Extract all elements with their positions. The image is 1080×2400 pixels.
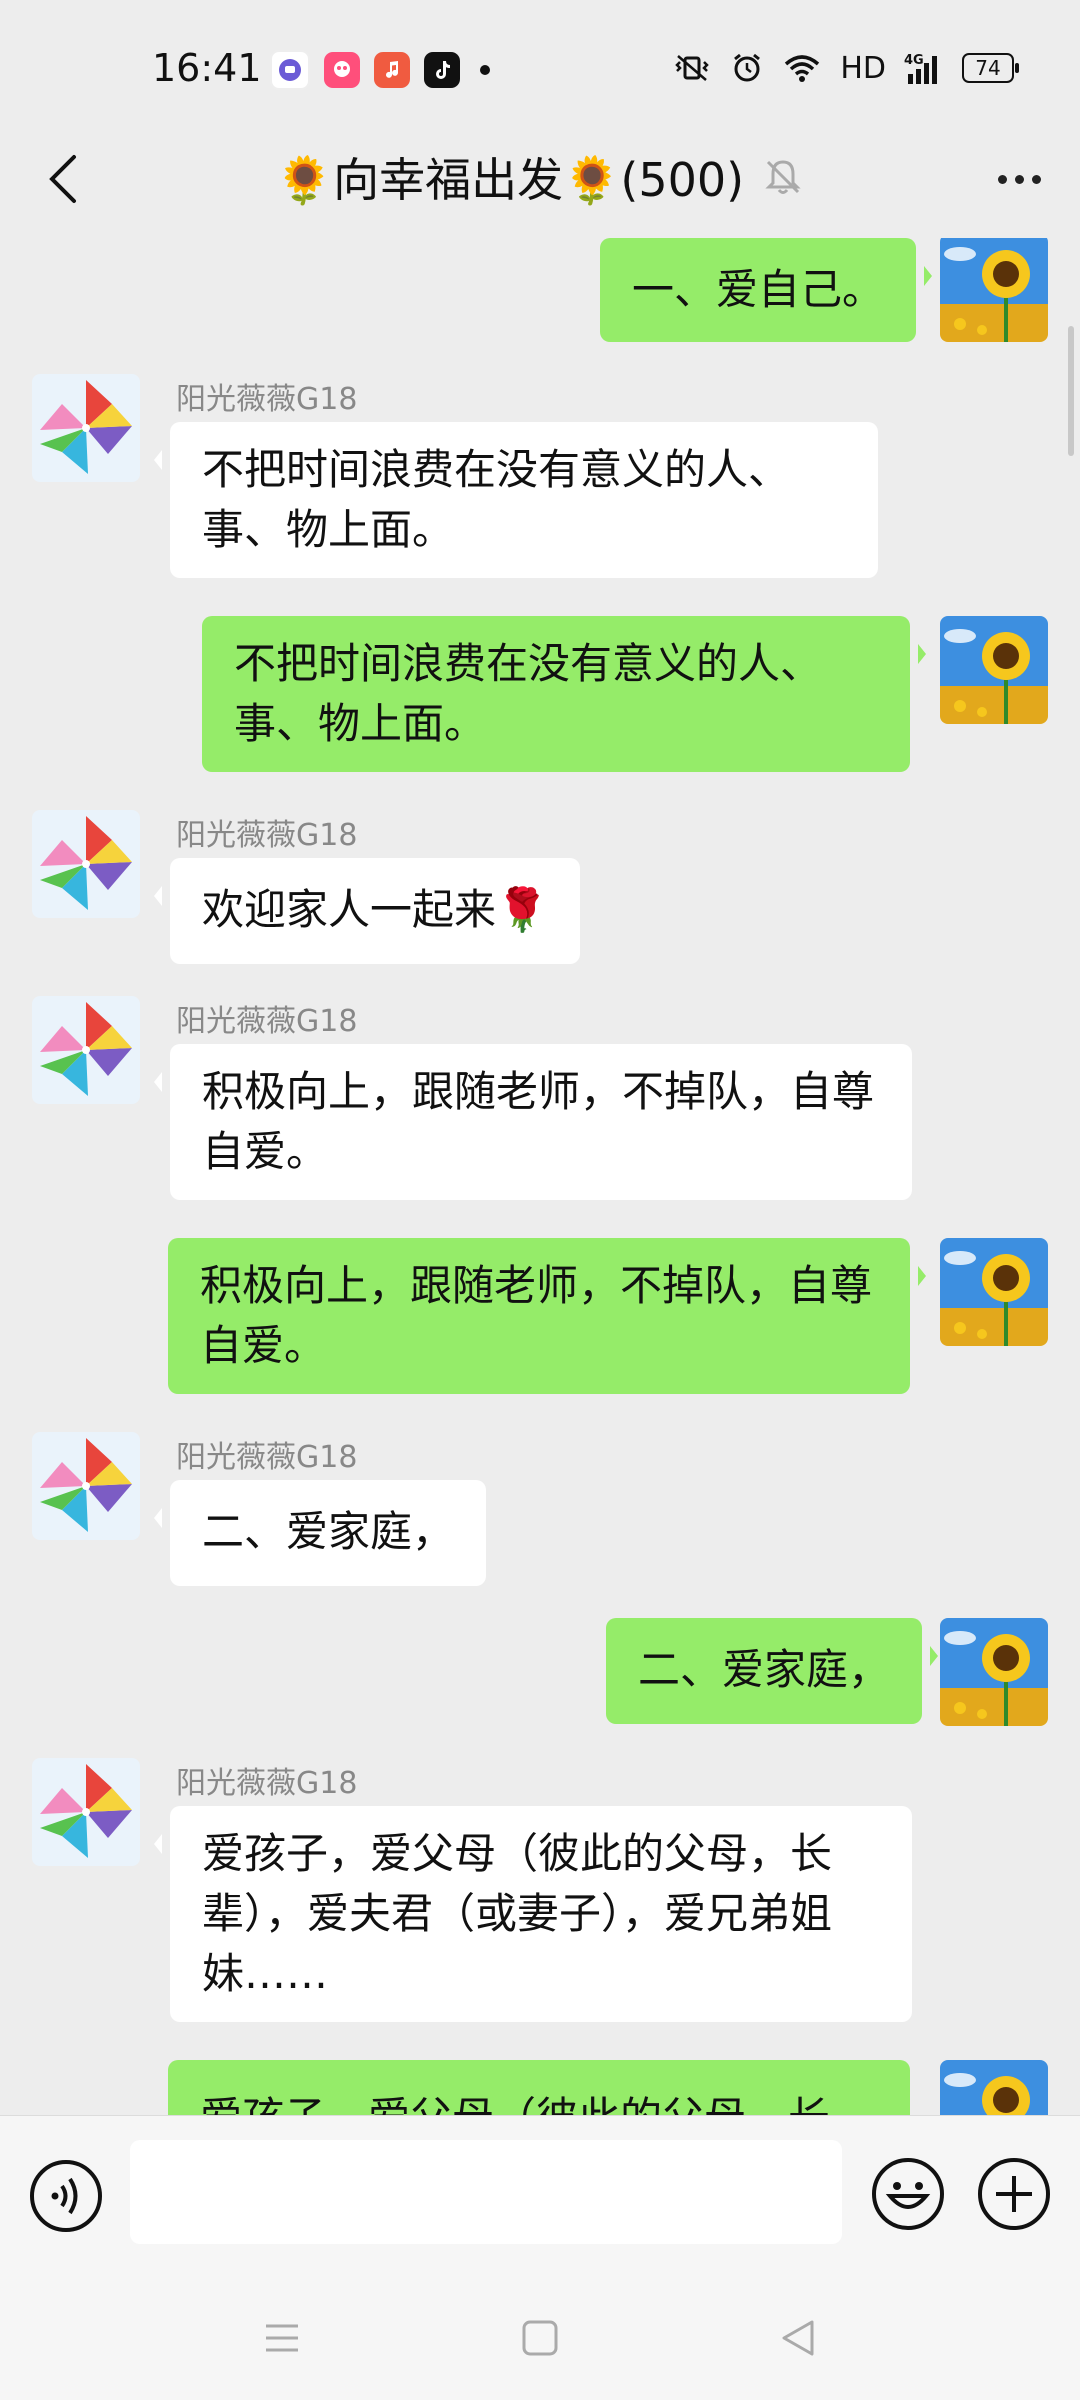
plus-icon[interactable] [976, 2156, 1052, 2232]
more-notifications-dot [480, 65, 490, 75]
sender-avatar-pinwheel[interactable] [32, 374, 140, 482]
chat-app-icon [270, 50, 310, 90]
alarm-icon [730, 48, 764, 88]
sender-name: 阳光薇薇G18 [176, 1004, 358, 1039]
sender-avatar-pinwheel[interactable] [32, 1758, 140, 1866]
sender-avatar-pinwheel[interactable] [32, 1432, 140, 1540]
system-icons: HD 4G 74 [672, 48, 1019, 88]
music-note-icon [374, 52, 410, 88]
sender-name: 阳光薇薇G18 [176, 382, 358, 417]
back-triangle-icon[interactable] [768, 2313, 828, 2363]
message-bubble-incoming[interactable]: 欢迎家人一起来🌹 [153, 858, 581, 964]
my-avatar-sunflower[interactable] [940, 616, 1048, 724]
message-bubble-incoming[interactable]: 积极向上，跟随老师，不掉队，自尊自爱。 [154, 1044, 912, 1200]
sender-name: 阳光薇薇G18 [176, 1766, 358, 1801]
svg-text:4G: 4G [904, 53, 924, 68]
my-avatar-sunflower[interactable] [940, 1238, 1048, 1346]
message-input-bar [0, 2115, 1080, 2276]
voice-icon[interactable] [28, 2158, 104, 2234]
chat-title-area[interactable]: 🌻向幸福出发🌻(500) [0, 144, 1080, 210]
vibrate-icon [672, 48, 712, 88]
message-text-input[interactable] [130, 2140, 842, 2244]
sender-name: 阳光薇薇G18 [176, 1440, 358, 1475]
message-bubble-incoming[interactable]: 爱孩子，爱父母（彼此的父母，长辈），爱夫君（或妻子），爱兄弟姐妹…… [154, 1806, 912, 2022]
sender-name: 阳光薇薇G18 [176, 818, 358, 853]
sender-avatar-pinwheel[interactable] [32, 810, 140, 918]
cell-signal-icon: 4G [904, 48, 944, 88]
system-nav-bar [0, 2275, 1080, 2400]
mute-bell-icon [762, 156, 804, 198]
sender-avatar-pinwheel[interactable] [32, 996, 140, 1104]
wifi-icon [782, 48, 822, 88]
message-bubble-outgoing[interactable]: 一、爱自己。 [600, 238, 933, 342]
chat-title: 🌻向幸福出发🌻(500) [275, 153, 745, 207]
message-bubble-outgoing[interactable]: 积极向上，跟随老师，不掉队，自尊自爱。 [168, 1238, 926, 1394]
message-bubble-outgoing[interactable]: 爱孩子，爱父母（彼此的父母，长 [168, 2060, 910, 2115]
my-avatar-sunflower[interactable] [940, 238, 1048, 342]
chat-scrollbar[interactable] [1068, 326, 1074, 456]
battery-indicator: 74 [962, 53, 1019, 83]
music-app-icon [324, 52, 360, 88]
message-bubble-incoming[interactable]: 二、爱家庭， [153, 1480, 487, 1586]
menu-icon[interactable] [252, 2313, 312, 2363]
status-bar: 16:41 HD 4G 74 [0, 0, 1080, 140]
home-icon[interactable] [510, 2313, 570, 2363]
chat-header: 🌻向幸福出发🌻(500) [0, 120, 1080, 238]
tiktok-icon [424, 52, 460, 88]
message-bubble-incoming[interactable]: 不把时间浪费在没有意义的人、事、物上面。 [154, 422, 878, 578]
notification-icons [270, 50, 490, 90]
hd-label: HD [840, 50, 886, 86]
my-avatar-sunflower[interactable] [940, 2060, 1048, 2115]
emoji-icon[interactable] [870, 2156, 946, 2232]
status-time: 16:41 [152, 46, 262, 90]
my-avatar-sunflower[interactable] [940, 1618, 1048, 1726]
message-bubble-outgoing[interactable]: 不把时间浪费在没有意义的人、事、物上面。 [202, 616, 926, 772]
more-icon[interactable] [984, 144, 1054, 214]
message-list[interactable]: 一、爱自己。 阳光薇薇G18 不把时间浪费在没有意义的人、事、物上面。 不把时间… [0, 238, 1080, 2115]
message-bubble-outgoing[interactable]: 二、爱家庭， [606, 1618, 939, 1724]
